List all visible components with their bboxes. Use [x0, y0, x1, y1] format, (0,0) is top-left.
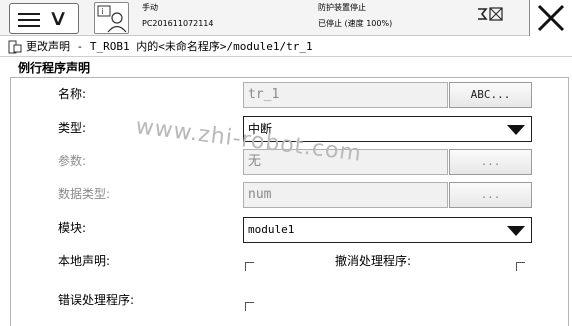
- run-state: 已停止 (速度 100%): [318, 19, 393, 28]
- module-label: 模块:: [58, 221, 87, 235]
- error-handler-checkbox[interactable]: [245, 302, 254, 311]
- module-select[interactable]: module1: [243, 217, 532, 243]
- close-icon: [537, 4, 565, 32]
- system-status-icon[interactable]: [476, 6, 516, 22]
- breadcrumb: 更改声明 - T_ROB1 内的<未命名程序>/module1/tr_1: [0, 37, 572, 57]
- top-status-bar: ∨ i 手动 PC201611072114 防护装置停止 已停止 (速度 100…: [0, 0, 572, 36]
- datatype-label: 数据类型:: [58, 187, 111, 201]
- local-declaration-checkbox[interactable]: [245, 262, 254, 271]
- local-declaration-label: 本地声明:: [58, 254, 111, 268]
- controller-id: PC201611072114: [142, 19, 214, 28]
- svg-text:i: i: [102, 7, 104, 16]
- module-select-value: module1: [248, 223, 295, 236]
- breadcrumb-text: 更改声明 - T_ROB1 内的<未命名程序>/module1/tr_1: [26, 40, 313, 53]
- name-label: 名称:: [58, 87, 87, 101]
- undo-handler-label: 撤消处理程序:: [335, 254, 412, 268]
- params-label: 参数:: [58, 154, 87, 168]
- datatype-button[interactable]: ...: [449, 182, 532, 208]
- chevron-down-icon: ∨: [47, 6, 69, 31]
- type-label: 类型:: [58, 121, 87, 135]
- program-editor-icon: [8, 40, 22, 54]
- params-button[interactable]: ...: [449, 149, 532, 175]
- safety-status: 防护装置停止: [318, 3, 366, 12]
- error-handler-label: 错误处理程序:: [58, 293, 135, 307]
- close-button[interactable]: [529, 0, 572, 36]
- name-field[interactable]: tr_1: [243, 82, 448, 108]
- undo-handler-checkbox[interactable]: [516, 262, 525, 271]
- hamburger-menu-icon: [18, 13, 40, 27]
- operating-mode: 手动: [142, 3, 158, 12]
- abb-menu-button[interactable]: ∨: [9, 3, 79, 34]
- section-title: 例行程序声明: [18, 61, 91, 75]
- dropdown-arrow-icon: [507, 125, 525, 135]
- dropdown-arrow-icon: [507, 226, 525, 236]
- datatype-field[interactable]: num: [243, 182, 448, 208]
- robot-info-icon[interactable]: i: [94, 2, 129, 34]
- name-keyboard-button[interactable]: ABC...: [449, 82, 532, 108]
